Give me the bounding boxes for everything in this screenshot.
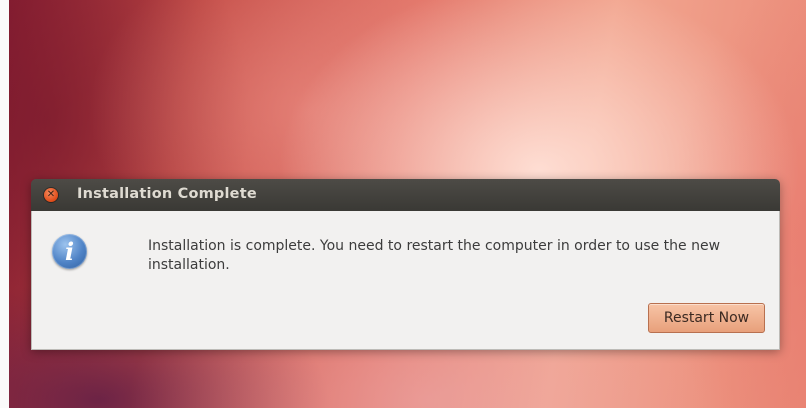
dialog-titlebar[interactable]: ✕ Installation Complete bbox=[31, 179, 780, 211]
restart-now-button[interactable]: Restart Now bbox=[648, 303, 765, 333]
installation-complete-dialog: ✕ Installation Complete i Installation i… bbox=[31, 179, 780, 350]
dialog-body: i Installation is complete. You need to … bbox=[31, 211, 780, 350]
info-icon: i bbox=[52, 234, 87, 269]
screen-edge bbox=[0, 0, 9, 408]
dialog-title: Installation Complete bbox=[77, 186, 257, 202]
dialog-message: Installation is complete. You need to re… bbox=[148, 238, 721, 273]
close-icon[interactable]: ✕ bbox=[44, 188, 58, 202]
